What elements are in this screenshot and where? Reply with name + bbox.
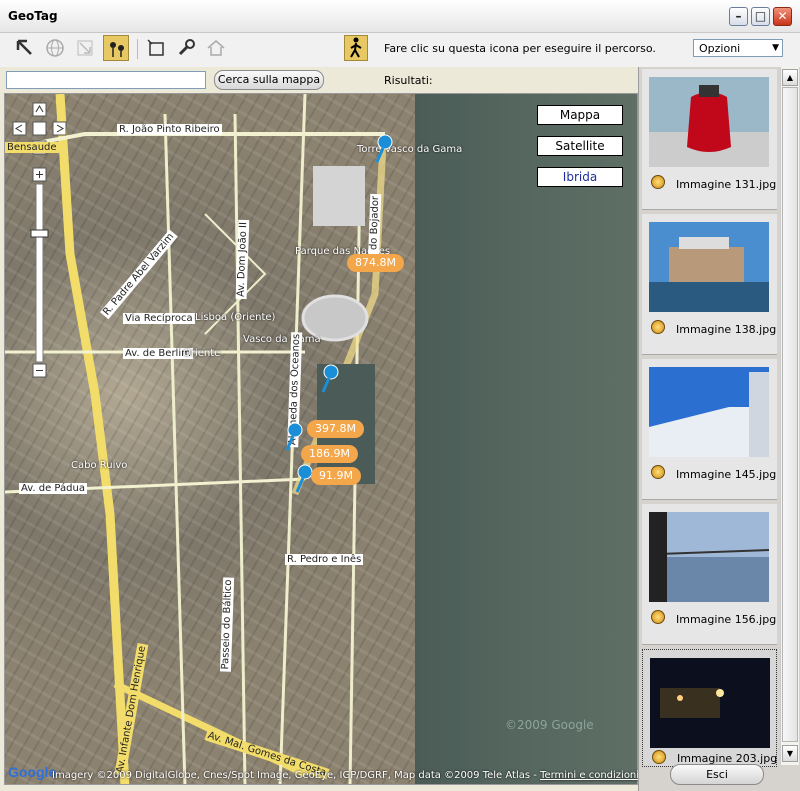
wrench-icon (178, 39, 195, 56)
map-pin-icon[interactable] (295, 464, 313, 493)
scrollbar-thumb[interactable] (782, 87, 798, 742)
window-title: GeoTag (8, 9, 58, 23)
globe-tool-button[interactable] (42, 35, 68, 61)
options-dropdown-label: Opzioni (699, 42, 741, 55)
pointer-tool-button[interactable] (12, 35, 38, 61)
distance-badge: 91.9M (311, 467, 361, 485)
map-pin-icon[interactable] (321, 364, 339, 393)
map-view[interactable]: Mappa Satellite Ibrida Bensaude R. João … (4, 93, 638, 785)
sidebar-scrollbar[interactable]: ▲ ▼ (780, 67, 799, 765)
photo-thumbnail-image (649, 222, 769, 312)
home-tool-button[interactable] (203, 35, 229, 61)
exit-button[interactable]: Esci (670, 764, 764, 785)
photo-thumbnail-card[interactable]: Immagine 131.jpg (642, 69, 777, 210)
toolbar-separator (137, 39, 138, 59)
photo-thumbnail-image (649, 77, 769, 167)
copyright-text: Imagery ©2009 DigitalGlobe, Cnes/Spot Im… (52, 770, 541, 781)
geotag-globe-icon (651, 175, 665, 189)
maximize-icon: □ (754, 9, 767, 23)
options-dropdown[interactable]: Opzioni ▼ (693, 39, 783, 57)
route-markers (285, 134, 393, 493)
map-pin-icon[interactable] (285, 422, 303, 451)
geotag-globe-icon (651, 610, 665, 624)
map-copyright: Imagery ©2009 DigitalGlobe, Cnes/Spot Im… (52, 770, 669, 781)
results-label: Risultati: (384, 74, 433, 87)
minimize-icon: – (735, 9, 742, 23)
google-logo-text: Google (8, 764, 57, 780)
distance-badge: 186.9M (301, 445, 358, 463)
photo-thumbnail-card-selected[interactable]: Immagine 203.jpg (642, 649, 777, 767)
pointer-arrow-icon (16, 39, 32, 55)
geotag-globe-icon (652, 750, 666, 764)
photo-filename: Immagine 131.jpg (676, 178, 777, 191)
map-search-input[interactable] (6, 71, 206, 89)
route-tool-button[interactable] (103, 35, 129, 61)
geotag-globe-icon (651, 465, 665, 479)
photo-thumbnail-image (649, 367, 769, 457)
photo-thumbnail-image (650, 658, 770, 748)
close-icon: ✕ (777, 9, 788, 23)
walking-person-icon (350, 37, 362, 58)
google-logo[interactable]: Google (8, 764, 56, 780)
photo-sidebar: Immagine 131.jpg Immagine 138.jpg Immagi… (638, 67, 800, 791)
title-bar: GeoTag – □ ✕ (0, 0, 800, 33)
photo-thumbnail-image (649, 512, 769, 602)
photo-filename: Immagine 138.jpg (676, 323, 777, 336)
photo-thumbnail-card[interactable]: Immagine 138.jpg (642, 214, 777, 355)
minimize-button[interactable]: – (729, 7, 748, 26)
geotag-globe-icon (651, 320, 665, 334)
distance-badge: 397.8M (307, 420, 364, 438)
globe-icon (46, 39, 64, 57)
home-icon (207, 40, 225, 56)
scroll-down-button[interactable]: ▼ (782, 745, 798, 762)
walker-run-route-button[interactable] (344, 35, 368, 61)
map-pin-icon[interactable] (375, 134, 393, 163)
move-tool-button[interactable] (72, 35, 98, 61)
map-watermark: ©2009 Google (505, 718, 594, 732)
settings-tool-button[interactable] (173, 35, 199, 61)
move-arrow-icon (77, 40, 93, 56)
photo-filename: Immagine 156.jpg (676, 613, 777, 626)
crop-frame-icon (147, 39, 164, 56)
chevron-down-icon: ▼ (772, 43, 779, 53)
scroll-up-button[interactable]: ▲ (782, 69, 798, 86)
search-bar: Cerca sulla mappa Risultati: (0, 67, 638, 93)
photo-thumbnail-card[interactable]: Immagine 156.jpg (642, 504, 777, 645)
search-map-button[interactable]: Cerca sulla mappa (214, 70, 324, 90)
maximize-button[interactable]: □ (751, 7, 770, 26)
photo-filename: Immagine 145.jpg (676, 468, 777, 481)
route-hint-text: Fare clic su questa icona per eseguire i… (384, 42, 656, 55)
photo-thumbnail-card[interactable]: Immagine 145.jpg (642, 359, 777, 500)
distance-badge: 874.8M (347, 254, 404, 272)
close-button[interactable]: ✕ (773, 7, 792, 26)
route-pins-icon (110, 42, 124, 57)
crop-tool-button[interactable] (143, 35, 169, 61)
